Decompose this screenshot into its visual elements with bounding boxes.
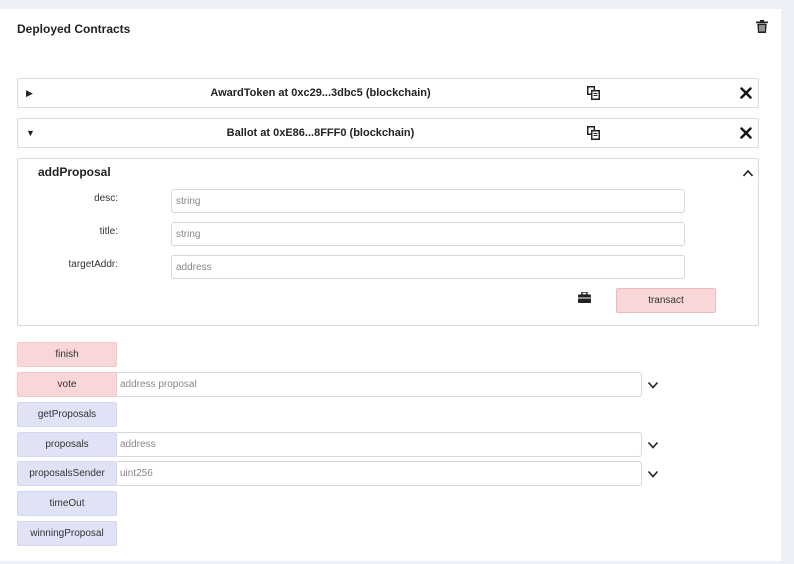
getproposals-button[interactable]: getProposals: [17, 402, 117, 427]
chevron-down-icon[interactable]: [647, 469, 659, 479]
desc-input[interactable]: [171, 189, 685, 213]
targetaddr-input[interactable]: [171, 255, 685, 279]
param-label-desc: desc:: [94, 193, 118, 204]
function-title: addProposal: [38, 165, 111, 179]
panel-title: Deployed Contracts: [17, 22, 131, 36]
vote-button[interactable]: vote: [17, 372, 117, 397]
contract-name: Ballot at 0xE86...8FFF0 (blockchain): [226, 127, 415, 139]
copy-icon[interactable]: [587, 126, 600, 140]
timeout-button[interactable]: timeOut: [17, 491, 117, 516]
winningproposal-button[interactable]: winningProposal: [17, 521, 117, 546]
trash-icon[interactable]: [756, 20, 768, 33]
contract-name: AwardToken at 0xc29...3dbc5 (blockchain): [210, 87, 431, 99]
chevron-down-icon[interactable]: [647, 380, 659, 390]
contract-row-ballot[interactable]: ▼ Ballot at 0xE86...8FFF0 (blockchain): [17, 118, 759, 148]
transact-button[interactable]: transact: [616, 288, 716, 313]
contract-row-awardtoken[interactable]: ▶ AwardToken at 0xc29...3dbc5 (blockchai…: [17, 78, 759, 108]
proposals-button[interactable]: proposals: [17, 432, 117, 457]
chevron-up-icon[interactable]: [742, 168, 754, 178]
deployed-contracts-panel: Deployed Contracts ▶ AwardToken at 0xc29…: [0, 9, 781, 561]
copy-icon[interactable]: [587, 86, 600, 100]
close-icon[interactable]: [740, 87, 752, 99]
briefcase-icon[interactable]: [578, 292, 591, 303]
finish-button[interactable]: finish: [17, 342, 117, 367]
add-proposal-form: addProposal desc: title: targetAddr: tra…: [17, 158, 759, 326]
chevron-down-icon[interactable]: [647, 440, 659, 450]
proposalssender-input[interactable]: [117, 461, 642, 486]
proposals-input[interactable]: [117, 432, 642, 457]
close-icon[interactable]: [740, 127, 752, 139]
proposalssender-button[interactable]: proposalsSender: [17, 461, 117, 486]
title-input[interactable]: [171, 222, 685, 246]
vote-input[interactable]: [117, 372, 642, 397]
param-label-title: title:: [99, 226, 118, 237]
param-label-targetaddr: targetAddr:: [68, 259, 118, 270]
